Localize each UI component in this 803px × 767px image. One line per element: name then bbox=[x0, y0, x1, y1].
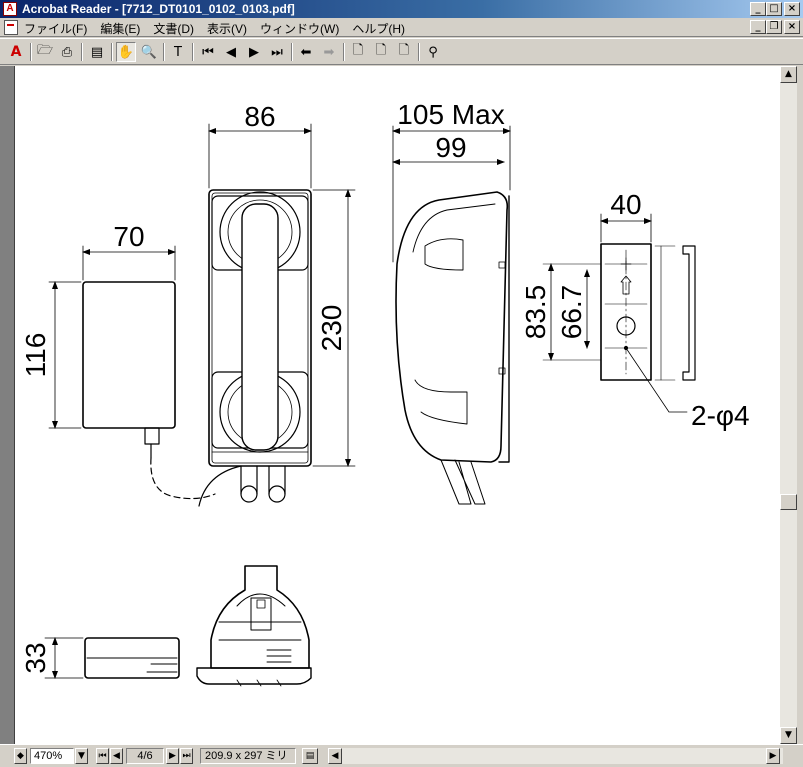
chevron-up-icon: ▲ bbox=[785, 69, 792, 79]
find-icon[interactable]: ⚲ bbox=[423, 42, 443, 62]
dim-bracket-width: 40 bbox=[610, 189, 641, 220]
actual-size-icon[interactable]: 🗋 bbox=[348, 42, 368, 62]
diamond-arrows-icon: ◆ bbox=[17, 751, 24, 761]
technical-drawing: 70 116 86 230 105 Max 99 40 83.5 66.7 2-… bbox=[20, 99, 750, 687]
vertical-scroll-thumb[interactable] bbox=[780, 494, 797, 510]
menu-document[interactable]: 文書(D) bbox=[153, 20, 194, 37]
open-icon[interactable]: 🗁 bbox=[35, 42, 55, 62]
page-layout-button[interactable]: ▤ bbox=[302, 748, 318, 764]
menu-view[interactable]: 表示(V) bbox=[207, 20, 247, 37]
window-title: Acrobat Reader - [7712_DT0101_0102_0103.… bbox=[22, 2, 295, 16]
pdf-page[interactable]: 70 116 86 230 105 Max 99 40 83.5 66.7 2-… bbox=[14, 66, 780, 744]
dim-phone-width: 86 bbox=[244, 101, 275, 132]
fit-width-icon[interactable]: 🗋 bbox=[394, 42, 414, 62]
next-page-icon[interactable]: ▶ bbox=[244, 42, 264, 62]
page-layout-icon: ▤ bbox=[305, 751, 315, 761]
minimize-button[interactable]: _ bbox=[750, 2, 766, 16]
adobe-logo-icon[interactable]: A bbox=[6, 42, 26, 62]
scroll-left-button[interactable]: ◀ bbox=[328, 748, 342, 764]
zoom-menu-button[interactable]: ◆ bbox=[14, 748, 27, 764]
close-button[interactable]: × bbox=[784, 2, 800, 16]
toolbar-separator bbox=[291, 43, 293, 61]
go-forward-icon[interactable]: ➡ bbox=[319, 42, 339, 62]
next-page-icon: ▶ bbox=[169, 751, 176, 761]
scroll-down-button[interactable]: ▼ bbox=[780, 727, 797, 744]
toolbar: A 🗁 ⎙ ▤ ✋ 🔍 T ⏮ ◀ ▶ ⏭ ⬅ ➡ 🗋 🗋 🗋 ⚲ bbox=[0, 38, 803, 65]
toolbar-separator bbox=[343, 43, 345, 61]
chevron-left-icon: ◀ bbox=[331, 751, 339, 761]
scroll-right-button[interactable]: ▶ bbox=[766, 748, 780, 764]
chevron-down-icon: ▼ bbox=[78, 751, 85, 761]
document-icon[interactable] bbox=[4, 20, 18, 35]
adapter-front-view bbox=[48, 245, 216, 500]
doc-close-button[interactable]: × bbox=[784, 20, 800, 34]
previous-page-button[interactable]: ◀ bbox=[110, 748, 123, 764]
dim-adapter-height: 116 bbox=[20, 333, 51, 378]
menu-help[interactable]: ヘルプ(H) bbox=[352, 20, 405, 37]
first-page-button[interactable]: ⏮ bbox=[96, 748, 109, 764]
menu-file[interactable]: ファイル(F) bbox=[24, 20, 87, 37]
zoom-tool-icon[interactable]: 🔍 bbox=[139, 42, 159, 62]
dim-phone-height: 230 bbox=[316, 305, 347, 352]
toolbar-separator bbox=[81, 43, 83, 61]
dim-bracket-h1: 83.5 bbox=[520, 285, 551, 340]
dim-adapter-width: 70 bbox=[113, 221, 144, 252]
first-page-icon: ⏮ bbox=[98, 751, 107, 761]
next-page-button[interactable]: ▶ bbox=[166, 748, 179, 764]
zoom-dropdown-button[interactable]: ▼ bbox=[75, 748, 88, 764]
chevron-right-icon: ▶ bbox=[769, 751, 777, 761]
phone-bottom-view bbox=[196, 565, 312, 687]
dim-adapter-thickness: 33 bbox=[20, 642, 51, 673]
dim-bracket-h2: 66.7 bbox=[556, 285, 587, 340]
phone-side-view bbox=[392, 125, 511, 505]
first-page-icon[interactable]: ⏮ bbox=[198, 42, 218, 62]
minimize-icon: _ bbox=[755, 21, 761, 32]
doc-minimize-button[interactable]: _ bbox=[750, 20, 766, 34]
dim-side-depth: 99 bbox=[435, 132, 466, 163]
go-back-icon[interactable]: ⬅ bbox=[296, 42, 316, 62]
toolbar-separator bbox=[111, 43, 113, 61]
adapter-side-view bbox=[44, 637, 180, 679]
text-select-icon[interactable]: T bbox=[168, 42, 188, 62]
page-number-field[interactable]: 4/6 bbox=[126, 748, 164, 764]
previous-page-icon: ◀ bbox=[113, 751, 120, 761]
acrobat-icon: A bbox=[3, 2, 17, 16]
last-page-icon[interactable]: ⏭ bbox=[267, 42, 287, 62]
toolbar-separator bbox=[418, 43, 420, 61]
toolbar-separator bbox=[192, 43, 194, 61]
print-icon[interactable]: ⎙ bbox=[57, 42, 77, 62]
scroll-up-button[interactable]: ▲ bbox=[780, 66, 797, 83]
last-page-icon: ⏭ bbox=[182, 751, 191, 761]
close-icon: × bbox=[787, 3, 797, 14]
maximize-button[interactable]: □ bbox=[766, 2, 782, 16]
menu-bar: ファイル(F) 編集(E) 文書(D) 表示(V) ウィンドウ(W) ヘルプ(H… bbox=[0, 18, 803, 37]
maximize-icon: □ bbox=[769, 3, 779, 14]
previous-page-icon[interactable]: ◀ bbox=[221, 42, 241, 62]
zoom-level-field[interactable]: 470% bbox=[30, 748, 74, 764]
chevron-down-icon: ▼ bbox=[785, 730, 792, 740]
restore-icon: ❐ bbox=[769, 21, 779, 32]
horizontal-scrollbar[interactable]: ◀ ▶ bbox=[328, 748, 783, 764]
title-bar: A Acrobat Reader - [7712_DT0101_0102_010… bbox=[0, 0, 803, 18]
close-icon: × bbox=[787, 21, 797, 32]
dim-hole-note: 2-φ4 bbox=[691, 400, 750, 431]
menu-edit[interactable]: 編集(E) bbox=[100, 20, 140, 37]
menu-window[interactable]: ウィンドウ(W) bbox=[260, 20, 339, 37]
hand-tool-icon[interactable]: ✋ bbox=[116, 42, 136, 62]
page-size-display: 209.9 x 297 ミリ bbox=[200, 748, 296, 764]
toolbar-separator bbox=[30, 43, 32, 61]
dim-side-max: 105 Max bbox=[397, 99, 504, 130]
toolbar-separator bbox=[163, 43, 165, 61]
minimize-icon: _ bbox=[755, 3, 761, 14]
status-bar: ◆ 470% ▼ ⏮ ◀ 4/6 ▶ ⏭ 209.9 x 297 ミリ ▤ ◀ … bbox=[0, 744, 803, 767]
last-page-button[interactable]: ⏭ bbox=[180, 748, 193, 764]
fit-page-icon[interactable]: 🗋 bbox=[371, 42, 391, 62]
show-hide-navigation-icon[interactable]: ▤ bbox=[87, 42, 107, 62]
vertical-scrollbar[interactable]: ▲ ▼ bbox=[780, 66, 797, 744]
doc-restore-button[interactable]: ❐ bbox=[766, 20, 782, 34]
